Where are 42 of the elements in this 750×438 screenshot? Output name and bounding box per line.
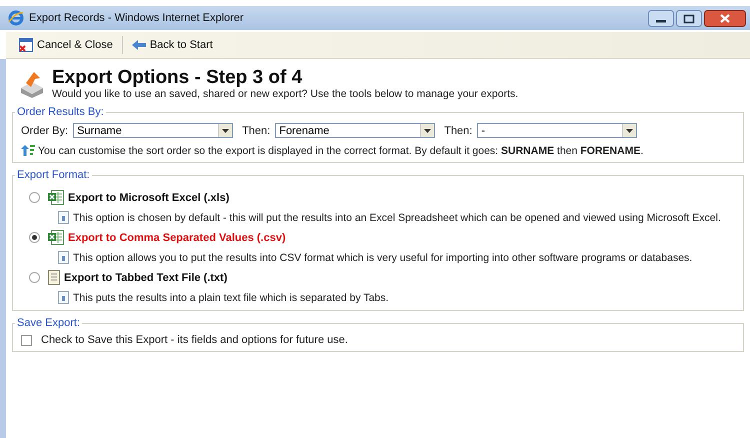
sort-icon bbox=[21, 144, 35, 157]
option-description: This option is chosen by default - this will put the results into an Excel Spreadsheet which can be opened and viewed using Microsoft Excel. bbox=[73, 212, 721, 224]
maximize-button[interactable] bbox=[676, 10, 702, 26]
panel-legend: Order Results By: bbox=[15, 106, 106, 118]
radio-button[interactable] bbox=[29, 192, 40, 203]
field-label: Order By: bbox=[21, 124, 68, 136]
caret-icon bbox=[222, 128, 230, 132]
radio-button[interactable] bbox=[29, 232, 40, 243]
field-label: Then: bbox=[242, 124, 270, 136]
close-window-icon bbox=[19, 38, 33, 52]
save-checkbox[interactable] bbox=[21, 334, 32, 346]
info-page-icon bbox=[58, 211, 69, 224]
page-subtitle: Would you like to use an saved, shared or new export? Use the tools below to manage your exports. bbox=[52, 88, 518, 100]
option-description: This puts the results into a plain text file which is separated by Tabs. bbox=[73, 292, 389, 304]
checkbox-label: Check to Save this Export - its fields and options for future use. bbox=[41, 334, 348, 346]
option-description: This option allows you to put the results into CSV format which is very useful for importing into other software programs or databases. bbox=[73, 252, 692, 264]
close-button[interactable] bbox=[704, 10, 746, 26]
info-page-icon bbox=[58, 251, 69, 264]
field-label: Then: bbox=[444, 124, 472, 136]
text-file-icon bbox=[48, 270, 60, 285]
sort-hint: You can customise the sort order so the export is displayed in the correct format. By default it goes: SURNAME then FORENAME. bbox=[38, 144, 644, 156]
panel-legend: Save Export: bbox=[15, 317, 82, 329]
option-label: Export to Comma Separated Values (.csv) bbox=[68, 232, 286, 244]
back-button[interactable]: Back to Start bbox=[128, 37, 216, 53]
browser-logo-icon bbox=[8, 10, 24, 26]
sort-dropdown[interactable]: Surname bbox=[73, 123, 234, 138]
page-title: Export Options - Step 3 of 4 bbox=[52, 67, 304, 88]
option-label: Export to Microsoft Excel (.xls) bbox=[68, 192, 230, 204]
back-arrow-icon bbox=[132, 39, 146, 51]
option-label: Export to Tabbed Text File (.txt) bbox=[64, 272, 228, 284]
radio-button[interactable] bbox=[29, 272, 40, 283]
sort-dropdown[interactable]: Forename bbox=[275, 123, 436, 138]
panel-legend: Export Format: bbox=[15, 169, 92, 181]
spreadsheet-icon bbox=[48, 230, 64, 245]
window-title: Export Records - Windows Internet Explorer bbox=[29, 12, 244, 24]
info-page-icon bbox=[58, 291, 69, 304]
spreadsheet-icon bbox=[48, 190, 64, 205]
caret-icon bbox=[626, 128, 634, 132]
cancel-close-button[interactable]: Cancel & Close bbox=[16, 36, 116, 54]
caret-icon bbox=[424, 128, 432, 132]
sort-dropdown[interactable]: - bbox=[477, 123, 638, 138]
minimize-button[interactable] bbox=[648, 10, 674, 26]
